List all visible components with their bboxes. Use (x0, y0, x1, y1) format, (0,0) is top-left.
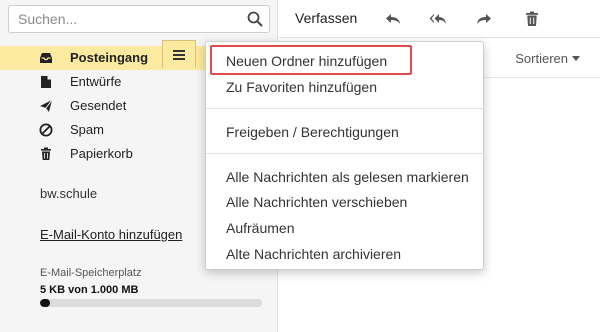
search-input[interactable] (9, 6, 239, 32)
menu-item-move-all[interactable]: Alle Nachrichten verschieben (226, 194, 407, 210)
storage-progress-fill (40, 299, 50, 307)
folder-label: Posteingang (70, 50, 149, 65)
reply-all-icon[interactable] (429, 10, 447, 28)
menu-item-new-folder[interactable]: Neuen Ordner hinzufügen (226, 53, 387, 69)
menu-divider (206, 108, 483, 109)
menu-item-share-permissions[interactable]: Freigeben / Berechtigungen (226, 124, 399, 140)
send-icon (40, 99, 53, 112)
folder-menu-button[interactable] (162, 40, 196, 68)
sort-label: Sortieren (515, 51, 568, 66)
inbox-icon (40, 53, 52, 63)
toolbar: Verfassen (279, 0, 600, 38)
search-box[interactable] (8, 5, 270, 33)
trash-icon[interactable] (523, 10, 541, 28)
forward-icon[interactable] (475, 10, 493, 28)
menu-item-clean-up[interactable]: Aufräumen (226, 220, 294, 236)
folder-label: Papierkorb (70, 146, 133, 161)
menu-divider (206, 153, 483, 154)
hamburger-icon (173, 53, 185, 56)
menu-item-mark-all-read[interactable]: Alle Nachrichten als gelesen markieren (226, 169, 469, 185)
sort-dropdown[interactable]: Sortieren (515, 51, 580, 66)
spam-icon (39, 123, 53, 137)
caret-down-icon (572, 56, 580, 61)
folder-label: Gesendet (70, 98, 127, 113)
folder-label: Spam (70, 122, 104, 137)
folder-context-menu: Neuen Ordner hinzufügen Zu Favoriten hin… (205, 41, 484, 270)
trash-icon (41, 147, 51, 160)
menu-item-add-favorites[interactable]: Zu Favoriten hinzufügen (226, 79, 377, 95)
account-name: bw.schule (40, 186, 98, 201)
menu-item-archive-old[interactable]: Alte Nachrichten archivieren (226, 246, 401, 262)
storage-value: 5 KB von 1.000 MB (40, 284, 139, 296)
search-icon[interactable] (247, 11, 263, 27)
storage-progress-bar (40, 299, 262, 307)
folder-label: Entwürfe (70, 74, 122, 89)
compose-button[interactable]: Verfassen (295, 10, 357, 26)
draft-icon (41, 76, 51, 88)
reply-icon[interactable] (384, 10, 402, 28)
storage-label: E-Mail-Speicherplatz (40, 267, 142, 279)
add-account-link[interactable]: E-Mail-Konto hinzufügen (40, 227, 182, 242)
